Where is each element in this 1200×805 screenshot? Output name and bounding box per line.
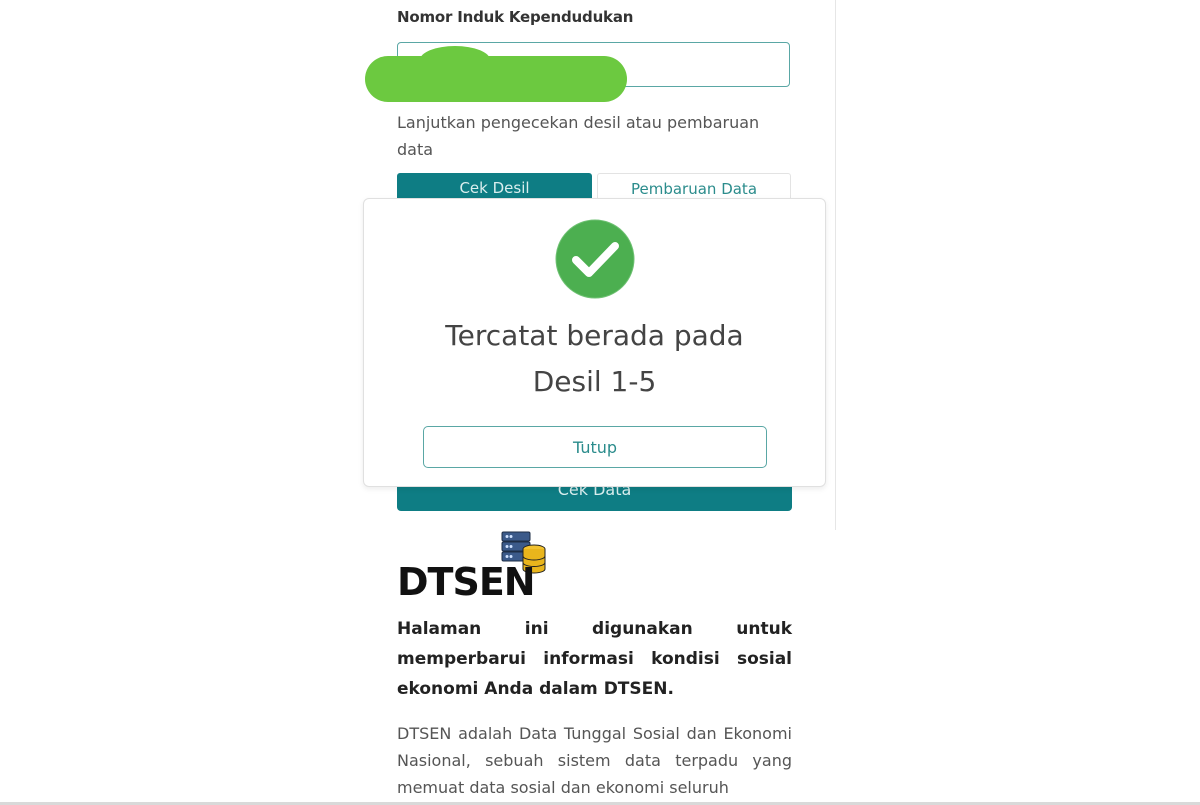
redaction-mark: [365, 56, 627, 102]
modal-result: Desil 1-5: [532, 365, 657, 398]
instruction-text: Lanjutkan pengecekan desil atau pembarua…: [397, 113, 760, 159]
nik-label: Nomor Induk Kependudukan: [397, 8, 634, 26]
intro-text: Halaman ini digunakan untuk memperbarui …: [397, 619, 792, 699]
page-divider: [835, 0, 836, 530]
description-text: DTSEN adalah Data Tunggal Sosial dan Eko…: [397, 724, 792, 797]
result-modal: Tercatat berada pada Desil 1-5 Tutup: [363, 198, 826, 487]
close-button[interactable]: Tutup: [423, 426, 767, 468]
check-circle-icon: [555, 219, 635, 299]
dtsen-logo: DTSEN: [397, 560, 536, 604]
modal-message: Tercatat berada pada: [445, 319, 744, 352]
